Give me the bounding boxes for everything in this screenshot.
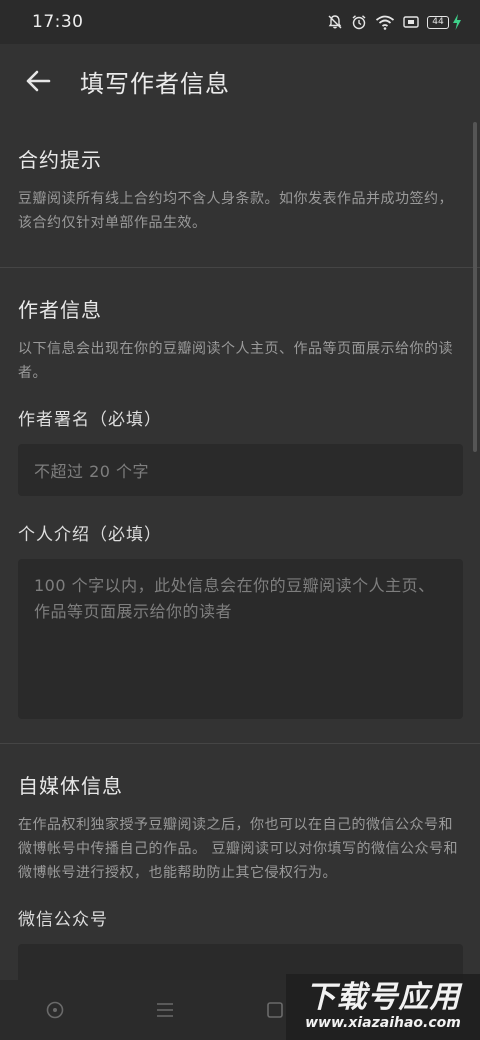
- back-button[interactable]: [18, 61, 58, 101]
- scrollbar[interactable]: [473, 122, 477, 452]
- nav-home-button[interactable]: [0, 1000, 110, 1020]
- home-circle-icon: [46, 1001, 64, 1019]
- page-title: 填写作者信息: [80, 69, 230, 98]
- media-title: 自媒体信息: [18, 774, 123, 798]
- media-desc: 在作品权利独家授予豆瓣阅读之后，你也可以在自己的微信公众号和微博帐号中传播自己的…: [18, 817, 458, 881]
- pen-name-label: 作者署名（必填）: [18, 410, 162, 430]
- intro-textarea[interactable]: 100 个字以内，此处信息会在你的豆瓣阅读个人主页、作品等页面展示给你的读者: [18, 559, 463, 719]
- form-content[interactable]: 合约提示 豆瓣阅读所有线上合约均不含人身条款。如你发表作品并成功签约，该合约仅针…: [0, 118, 480, 980]
- watermark: 下载号应用 www.xiazaihao.com: [286, 974, 480, 1040]
- intro-label: 个人介绍（必填）: [18, 525, 162, 545]
- recent-apps-icon: [267, 1002, 283, 1018]
- nav-menu-button[interactable]: [110, 1001, 220, 1019]
- pen-name-input[interactable]: 不超过 20 个字: [18, 444, 463, 496]
- contract-desc: 豆瓣阅读所有线上合约均不含人身条款。如你发表作品并成功签约，该合约仅针对单部作品…: [18, 191, 453, 231]
- alarm-icon: [352, 15, 366, 30]
- menu-icon: [157, 1003, 173, 1017]
- mute-bell-icon: [328, 15, 342, 29]
- app-bar: 填写作者信息: [0, 44, 480, 118]
- wechat-label: 微信公众号: [18, 910, 108, 930]
- battery-icon: 44: [427, 14, 462, 30]
- wifi-icon: [375, 15, 395, 30]
- status-bar: 17:30 44: [0, 0, 480, 44]
- author-desc: 以下信息会出现在你的豆瓣阅读个人主页、作品等页面展示给你的读者。: [18, 341, 453, 381]
- author-title: 作者信息: [18, 298, 102, 322]
- charging-icon: [453, 14, 461, 30]
- author-section: 作者信息 以下信息会出现在你的豆瓣阅读个人主页、作品等页面展示给你的读者。 作者…: [0, 268, 480, 743]
- watermark-main: 下载号应用: [305, 980, 461, 1015]
- battery-level: 44: [427, 15, 449, 29]
- sim-icon: [403, 16, 419, 28]
- status-time: 17:30: [32, 12, 84, 32]
- watermark-sub: www.xiazaihao.com: [305, 1015, 461, 1031]
- status-icons: 44: [327, 14, 462, 30]
- media-section: 自媒体信息 在作品权利独家授予豆瓣阅读之后，你也可以在自己的微信公众号和微博帐号…: [0, 744, 480, 980]
- arrow-left-icon: [26, 70, 51, 92]
- contract-title: 合约提示: [18, 148, 102, 172]
- contract-section: 合约提示 豆瓣阅读所有线上合约均不含人身条款。如你发表作品并成功签约，该合约仅针…: [0, 118, 480, 259]
